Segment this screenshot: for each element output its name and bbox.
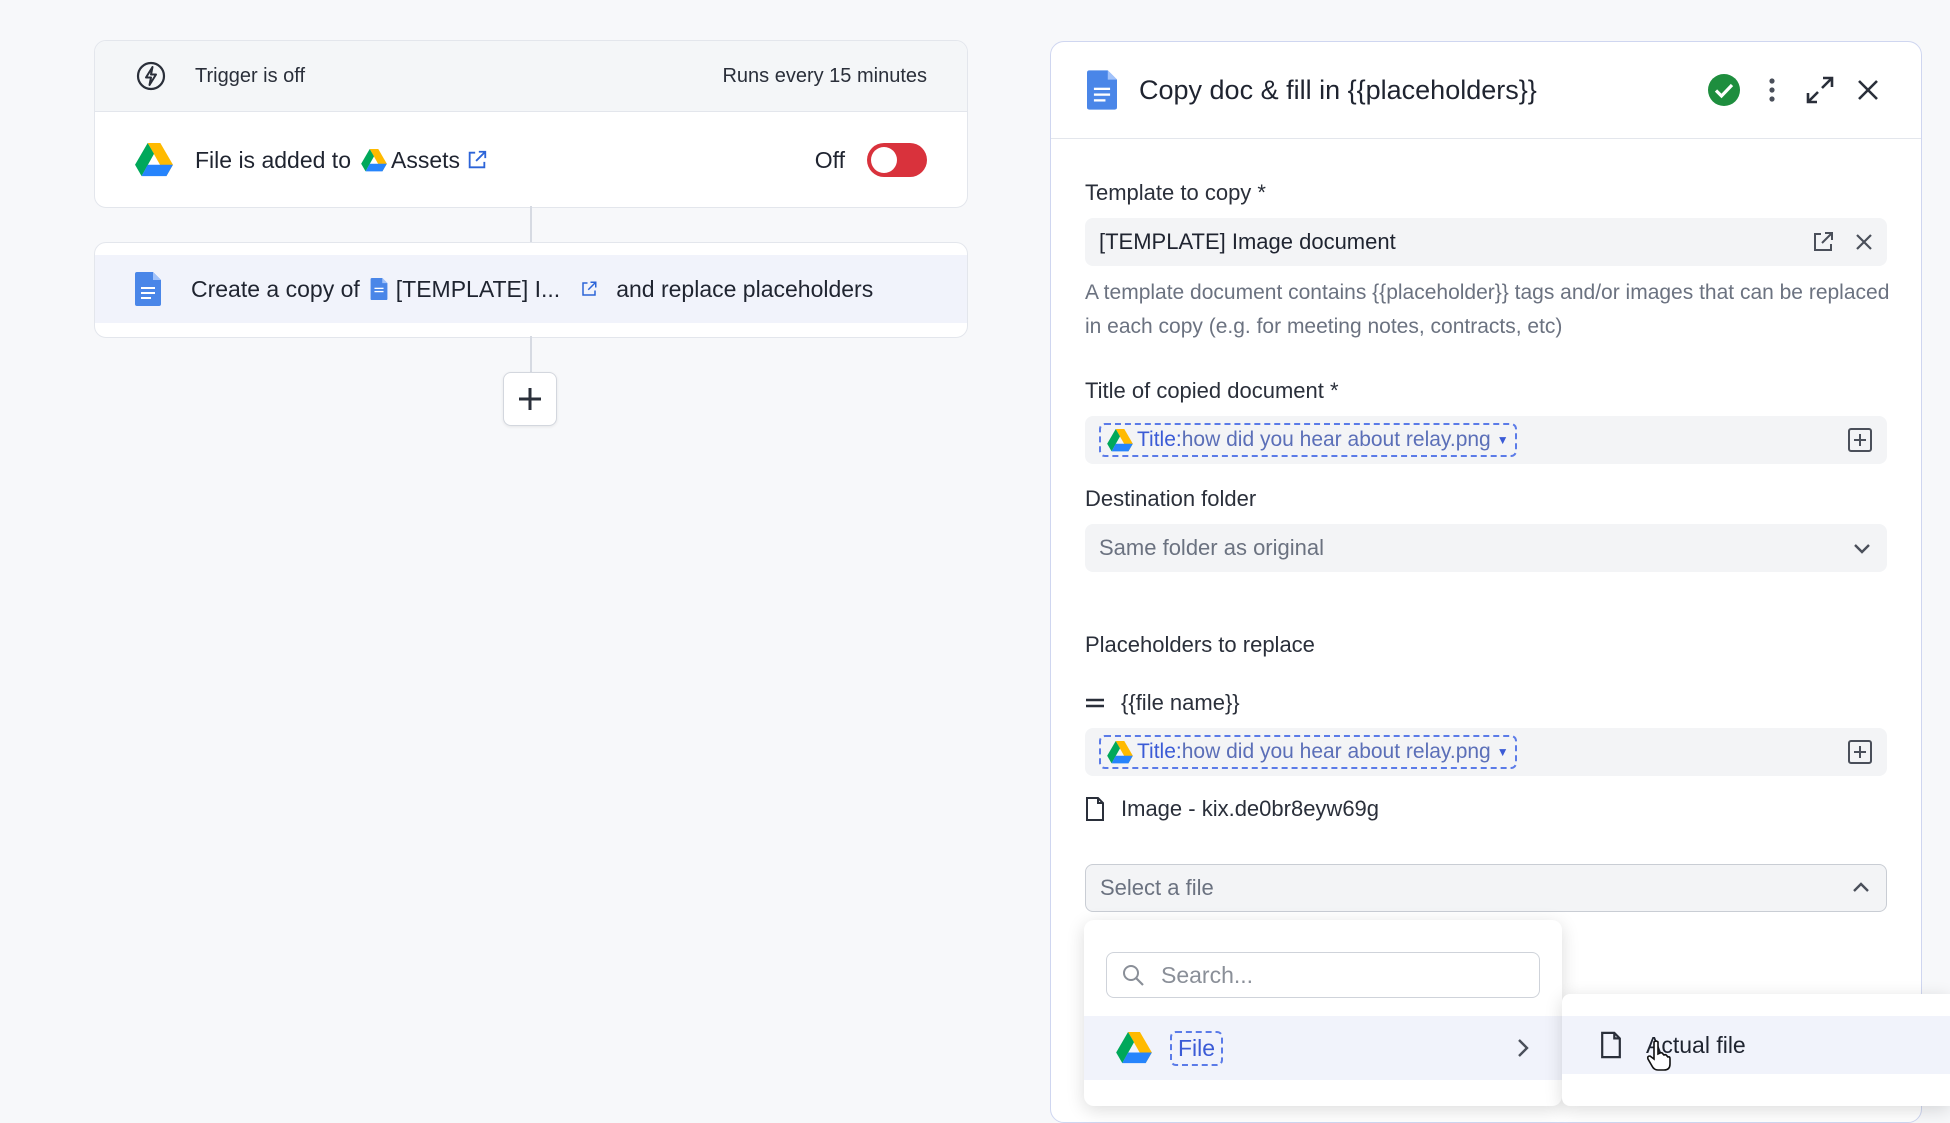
template-chip-label: [TEMPLATE] I...	[395, 275, 561, 302]
add-variable-icon[interactable]	[1847, 739, 1873, 765]
template-chip[interactable]: [TEMPLATE] I...	[370, 276, 606, 303]
toggle-label: Off	[814, 146, 845, 173]
placeholder-row-image: Image - kix.de0br8eyw69g	[1085, 796, 1379, 822]
destination-select[interactable]: Same folder as original	[1085, 524, 1887, 572]
google-drive-icon	[135, 143, 173, 177]
dropdown-item-label: File	[1170, 1030, 1224, 1066]
action-suffix: and replace placeholders	[616, 275, 874, 302]
search-icon	[1123, 965, 1144, 986]
bolt-icon	[136, 61, 166, 91]
pill-key: Title:	[1137, 428, 1182, 451]
trigger-status: Trigger is off	[195, 64, 306, 87]
file-picker-dropdown: File	[1084, 920, 1562, 1106]
google-drive-icon	[1116, 1032, 1152, 1064]
title-label: Title of copied document *	[1085, 378, 1339, 403]
search-input[interactable]	[1159, 960, 1523, 990]
trigger-schedule: Runs every 15 minutes	[722, 64, 927, 87]
placeholder-file-name-field[interactable]: Title: how did you hear about relay.png …	[1085, 728, 1887, 776]
close-icon	[1858, 80, 1878, 100]
connector-line	[530, 336, 532, 372]
destination-value: Same folder as original	[1099, 535, 1325, 560]
google-docs-icon	[370, 278, 388, 300]
pill-key: Title:	[1137, 740, 1182, 763]
add-variable-icon[interactable]	[1847, 427, 1873, 453]
variable-pill[interactable]: Title: how did you hear about relay.png …	[1099, 735, 1517, 769]
caret-down-icon: ▼	[1496, 433, 1509, 447]
caret-down-icon: ▼	[1496, 745, 1509, 759]
select-placeholder: Select a file	[1100, 875, 1214, 900]
template-value: [TEMPLATE] Image document	[1099, 229, 1396, 254]
google-drive-icon	[1107, 428, 1133, 451]
pointer-cursor-icon	[1646, 1040, 1671, 1071]
template-field[interactable]: [TEMPLATE] Image document	[1085, 218, 1887, 266]
external-link-icon[interactable]	[1811, 230, 1835, 254]
chevron-right-icon	[1518, 1039, 1529, 1057]
pill-value: how did you hear about relay.png	[1181, 740, 1491, 763]
check-circle-icon	[1708, 74, 1740, 106]
image-file-select[interactable]: Select a file	[1085, 864, 1887, 912]
google-docs-icon	[1087, 70, 1117, 110]
placeholder-name: {{file name}}	[1121, 690, 1240, 715]
variable-pill[interactable]: Title: how did you hear about relay.png …	[1099, 423, 1517, 457]
google-docs-icon	[135, 272, 161, 306]
action-card[interactable]: Create a copy of [TEMPLATE] I... and rep…	[94, 242, 968, 338]
more-options-button[interactable]	[1755, 73, 1789, 107]
expand-icon	[1806, 76, 1834, 104]
add-step-button[interactable]	[503, 372, 557, 426]
template-label: Template to copy *	[1085, 180, 1266, 205]
toggle-knob	[871, 147, 897, 173]
status-check	[1707, 73, 1741, 107]
external-link-icon[interactable]	[466, 149, 488, 171]
trigger-card[interactable]: Trigger is off Runs every 15 minutes Fil…	[94, 40, 968, 208]
trigger-header: Trigger is off Runs every 15 minutes	[95, 41, 967, 112]
dropdown-item-file[interactable]: File	[1084, 1016, 1562, 1080]
trigger-event-text: File is added to	[195, 146, 351, 173]
connector-line	[530, 206, 532, 242]
title-field[interactable]: Title: how did you hear about relay.png …	[1085, 416, 1887, 464]
pill-value: how did you hear about relay.png	[1181, 428, 1491, 451]
placeholder-name: Image - kix.de0br8eyw69g	[1121, 796, 1380, 821]
action-prefix: Create a copy of	[191, 275, 360, 302]
more-vertical-icon	[1769, 78, 1775, 102]
external-link-icon[interactable]	[580, 278, 598, 300]
plus-icon	[519, 388, 541, 410]
file-icon	[1601, 1031, 1621, 1059]
folder-name[interactable]: Assets	[391, 147, 460, 174]
expand-button[interactable]	[1803, 73, 1837, 107]
equals-icon	[1086, 698, 1104, 708]
clear-icon[interactable]	[1855, 233, 1873, 251]
trigger-event-row[interactable]: File is added to Assets Off	[95, 112, 967, 207]
trigger-toggle[interactable]	[867, 143, 927, 177]
google-drive-icon	[361, 148, 387, 171]
placeholders-label: Placeholders to replace	[1085, 632, 1315, 657]
chevron-down-icon	[1854, 544, 1870, 554]
submenu-item-actual-file[interactable]: Actual file	[1562, 1016, 1950, 1074]
template-help: A template document contains {{placehold…	[1085, 281, 1890, 338]
panel-header: Copy doc & fill in {{placeholders}}	[1051, 42, 1921, 139]
file-icon	[1086, 797, 1104, 821]
chevron-up-icon	[1853, 882, 1869, 892]
placeholder-row-file-name: {{file name}}	[1085, 690, 1240, 716]
search-box[interactable]	[1106, 952, 1540, 998]
close-panel-button[interactable]	[1851, 73, 1885, 107]
panel-title: Copy doc & fill in {{placeholders}}	[1139, 74, 1537, 105]
file-submenu: Actual file	[1562, 994, 1950, 1106]
google-drive-icon	[1107, 740, 1133, 763]
action-row[interactable]: Create a copy of [TEMPLATE] I... and rep…	[95, 255, 967, 323]
destination-label: Destination folder	[1085, 486, 1257, 511]
